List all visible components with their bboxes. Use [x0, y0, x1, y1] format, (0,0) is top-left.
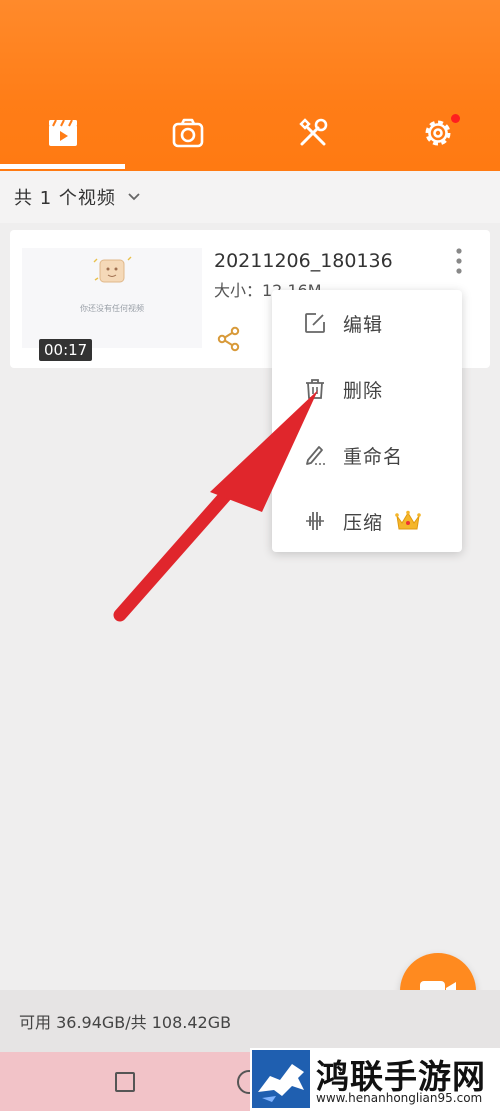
active-tab-indicator	[0, 164, 125, 169]
watermark-logo	[252, 1050, 310, 1108]
more-vertical-icon[interactable]	[450, 246, 468, 278]
storage-label: 可用 36.94GB/共 108.42GB	[19, 1013, 232, 1032]
empty-state-illustration	[93, 256, 132, 283]
menu-item-edit[interactable]: 编辑	[272, 290, 462, 356]
video-count-dropdown[interactable]: 共 1 个视频	[0, 171, 500, 223]
chevron-down-icon	[128, 193, 140, 201]
rename-pencil-icon	[306, 446, 325, 465]
menu-item-rename[interactable]: 重命名	[272, 422, 462, 488]
menu-item-label: 压缩	[343, 511, 384, 534]
menu-item-label: 编辑	[343, 313, 384, 336]
watermark: 鸿联手游网 www.henanhonglian95.com	[250, 1048, 500, 1111]
video-filename: 20211206_180136	[214, 250, 393, 272]
gear-icon	[425, 120, 450, 146]
tools-icon	[298, 118, 327, 146]
tab-tools[interactable]	[250, 95, 375, 171]
video-clapper-icon	[48, 119, 77, 146]
storage-info-bar: 可用 36.94GB/共 108.42GB	[0, 990, 500, 1052]
watermark-url: www.henanhonglian95.com	[316, 1091, 483, 1105]
video-count-label: 共 1 个视频	[14, 188, 116, 209]
context-menu: 编辑 删除 重命名 压缩	[272, 290, 462, 552]
tab-settings[interactable]	[375, 95, 500, 171]
thumbnail-placeholder-text: 你还没有任何视频	[80, 304, 144, 313]
video-thumbnail[interactable]: 你还没有任何视频 00:17	[22, 248, 202, 361]
menu-item-delete[interactable]: 删除	[272, 356, 462, 422]
tab-videos[interactable]	[0, 95, 125, 171]
recent-apps-button[interactable]	[115, 1072, 135, 1092]
tab-screenshot[interactable]	[125, 95, 250, 171]
share-icon[interactable]	[216, 326, 242, 352]
trash-icon	[306, 379, 324, 399]
video-duration: 00:17	[39, 339, 93, 361]
tab-bar	[0, 95, 500, 171]
edit-icon	[305, 313, 325, 333]
menu-item-label: 删除	[343, 379, 384, 402]
compress-waveform-icon	[306, 512, 324, 530]
menu-item-compress[interactable]: 压缩	[272, 488, 462, 554]
notification-badge	[451, 114, 460, 123]
camera-icon	[172, 118, 203, 148]
menu-item-label: 重命名	[343, 445, 404, 468]
premium-crown-icon	[395, 510, 421, 530]
